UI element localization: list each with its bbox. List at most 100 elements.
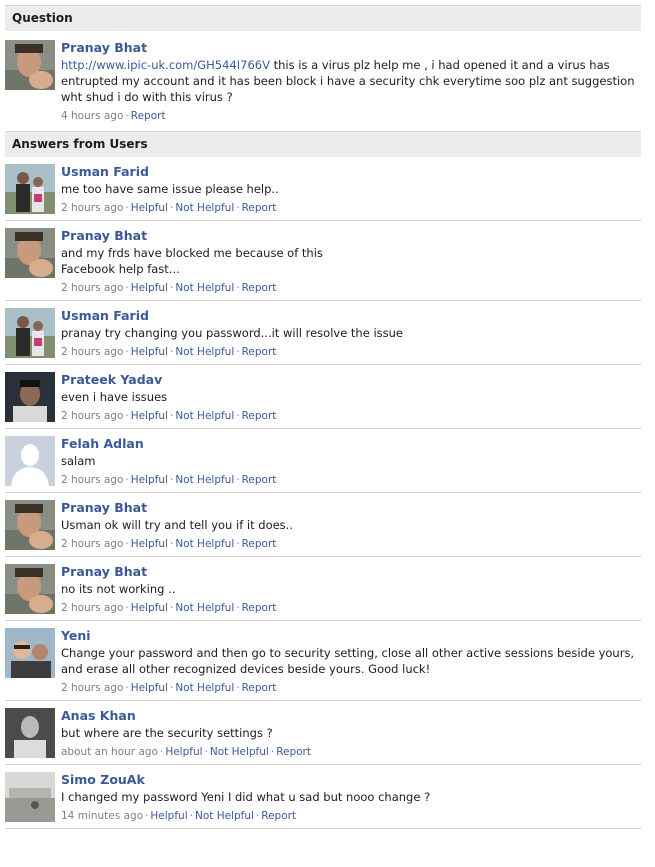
answer-avatar-icon[interactable] (5, 708, 55, 758)
answer-author-link[interactable]: Prateek Yadav (61, 372, 641, 388)
question-meta: 4 hours ago · Report (61, 109, 641, 123)
answer-avatar-icon[interactable] (5, 372, 55, 422)
meta-separator: · (145, 810, 149, 822)
report-link[interactable]: Report (276, 746, 311, 758)
question-time: 4 hours ago (61, 110, 124, 122)
not-helpful-link[interactable]: Not Helpful (175, 410, 234, 422)
not-helpful-link[interactable]: Not Helpful (175, 538, 234, 550)
helpful-link[interactable]: Helpful (131, 602, 168, 614)
answer-meta: 2 hours ago · Helpful · Not Helpful · Report (61, 601, 641, 615)
meta-separator: · (270, 746, 275, 758)
meta-separator: · (169, 410, 174, 422)
answer-avatar-icon[interactable] (5, 308, 55, 358)
answer-content: Pranay Bhat and my frds have blocked me … (61, 228, 641, 295)
question-report-link[interactable]: Report (131, 110, 166, 122)
meta-separator: · (236, 282, 240, 294)
qa-page: Question Pranay Bhat http://www.ipic-uk.… (5, 0, 641, 829)
not-helpful-link[interactable]: Not Helpful (175, 282, 234, 294)
not-helpful-link[interactable]: Not Helpful (175, 202, 234, 214)
answer-text: but where are the security settings ? (61, 726, 273, 740)
answer-post: Pranay Bhat and my frds have blocked me … (5, 221, 641, 301)
meta-separator: · (169, 282, 174, 294)
answer-time: 2 hours ago (61, 202, 124, 214)
not-helpful-link[interactable]: Not Helpful (210, 746, 269, 758)
answer-author-link[interactable]: Pranay Bhat (61, 500, 641, 516)
meta-separator: · (236, 346, 240, 358)
not-helpful-link[interactable]: Not Helpful (175, 346, 234, 358)
helpful-link[interactable]: Helpful (131, 682, 168, 694)
answer-avatar-icon[interactable] (5, 436, 55, 486)
report-link[interactable]: Report (242, 410, 277, 422)
answer-text: and my frds have blocked me because of t… (61, 246, 323, 276)
answer-author-link[interactable]: Yeni (61, 628, 641, 644)
answer-text: pranay try changing you password...it wi… (61, 326, 403, 340)
answer-avatar-icon[interactable] (5, 772, 55, 822)
report-link[interactable]: Report (242, 682, 277, 694)
report-link[interactable]: Report (242, 346, 277, 358)
answer-content: Yeni Change your password and then go to… (61, 628, 641, 695)
helpful-link[interactable]: Helpful (131, 202, 168, 214)
answer-meta: 2 hours ago · Helpful · Not Helpful · Report (61, 201, 641, 215)
answers-header: Answers from Users (5, 131, 641, 157)
answer-avatar-icon[interactable] (5, 164, 55, 214)
not-helpful-link[interactable]: Not Helpful (175, 602, 234, 614)
meta-separator: · (169, 538, 174, 550)
report-link[interactable]: Report (261, 810, 296, 822)
question-url-link[interactable]: http://www.ipic-uk.com/GH544I766V (61, 58, 270, 72)
answer-author-link[interactable]: Usman Farid (61, 308, 641, 324)
answer-meta: 14 minutes ago · Helpful · Not Helpful · Repor… (61, 809, 641, 823)
not-helpful-link[interactable]: Not Helpful (175, 474, 234, 486)
question-author-link[interactable]: Pranay Bhat (61, 40, 641, 56)
helpful-link[interactable]: Helpful (131, 474, 168, 486)
answer-time: about an hour ago (61, 746, 158, 758)
not-helpful-link[interactable]: Not Helpful (175, 682, 234, 694)
answer-author-link[interactable]: Felah Adlan (61, 436, 641, 452)
helpful-link[interactable]: Helpful (131, 282, 168, 294)
meta-separator: · (125, 538, 129, 550)
answer-time: 2 hours ago (61, 346, 124, 358)
answer-author-link[interactable]: Usman Farid (61, 164, 641, 180)
meta-separator: · (125, 682, 129, 694)
helpful-link[interactable]: Helpful (131, 346, 168, 358)
meta-separator: · (236, 410, 240, 422)
report-link[interactable]: Report (242, 538, 277, 550)
answer-avatar-icon[interactable] (5, 228, 55, 278)
answer-author-link[interactable]: Anas Khan (61, 708, 641, 724)
answer-text: salam (61, 454, 96, 468)
answer-author-link[interactable]: Pranay Bhat (61, 564, 641, 580)
meta-separator: · (255, 810, 260, 822)
answer-time: 2 hours ago (61, 282, 124, 294)
answer-author-link[interactable]: Simo ZouAk (61, 772, 641, 788)
helpful-link[interactable]: Helpful (165, 746, 202, 758)
answer-time: 14 minutes ago (61, 810, 144, 822)
helpful-link[interactable]: Helpful (150, 810, 187, 822)
answer-meta: 2 hours ago · Helpful · Not Helpful · Report (61, 345, 641, 359)
meta-separator: · (169, 346, 174, 358)
report-link[interactable]: Report (242, 474, 277, 486)
question-text: http://www.ipic-uk.com/GH544I766V this i… (61, 57, 641, 105)
answer-content: Felah Adlan salam 2 hours ago · Helpful · No… (61, 436, 641, 487)
answer-post: Usman Farid pranay try changing you pass… (5, 301, 641, 365)
answer-avatar-icon[interactable] (5, 500, 55, 550)
not-helpful-link[interactable]: Not Helpful (195, 810, 254, 822)
meta-separator: · (236, 474, 240, 486)
answer-meta: 2 hours ago · Helpful · Not Helpful · Report (61, 681, 641, 695)
helpful-link[interactable]: Helpful (131, 538, 168, 550)
question-avatar-icon[interactable] (5, 40, 55, 90)
meta-separator: · (159, 746, 164, 758)
report-link[interactable]: Report (242, 202, 277, 214)
answer-author-link[interactable]: Pranay Bhat (61, 228, 641, 244)
answer-meta: 2 hours ago · Helpful · Not Helpful · Report (61, 537, 641, 551)
answer-text: Usman ok will try and tell you if it doe… (61, 518, 293, 532)
answer-avatar-icon[interactable] (5, 628, 55, 678)
answer-meta: 2 hours ago · Helpful · Not Helpful · Report (61, 281, 641, 295)
answer-post: Prateek Yadav even i have issues 2 hours… (5, 365, 641, 429)
helpful-link[interactable]: Helpful (131, 410, 168, 422)
answer-text: even i have issues (61, 390, 168, 404)
meta-separator: · (189, 810, 193, 822)
answer-time: 2 hours ago (61, 410, 124, 422)
report-link[interactable]: Report (242, 282, 277, 294)
report-link[interactable]: Report (242, 602, 277, 614)
answer-avatar-icon[interactable] (5, 564, 55, 614)
answer-content: Simo ZouAk I changed my password Yeni I … (61, 772, 641, 823)
